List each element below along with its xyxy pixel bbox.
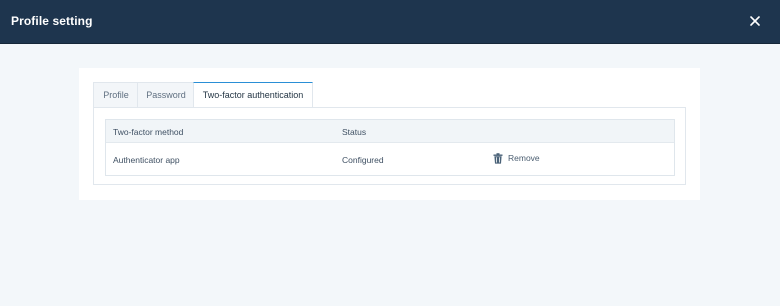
status-cell: Configured (342, 155, 384, 165)
column-header-status: Status (342, 127, 367, 137)
table-header: Two-factor method Status (106, 120, 674, 143)
remove-label: Remove (508, 153, 540, 163)
title-bar: Profile setting (0, 0, 780, 44)
method-cell: Authenticator app (113, 155, 180, 165)
two-factor-table: Two-factor method Status Authenticator a… (105, 119, 675, 176)
tab-two-factor-authentication[interactable]: Two-factor authentication (193, 82, 313, 108)
profile-setting-card: Profile Password Two-factor authenticati… (79, 68, 700, 200)
column-header-method: Two-factor method (113, 127, 184, 137)
dialog-title: Profile setting (11, 14, 93, 28)
tab-password[interactable]: Password (137, 82, 194, 107)
remove-button[interactable]: Remove (493, 151, 540, 165)
two-factor-panel: Two-factor method Status Authenticator a… (93, 107, 686, 185)
close-icon[interactable] (747, 13, 763, 29)
trash-icon (493, 152, 503, 164)
tab-profile[interactable]: Profile (93, 82, 138, 107)
